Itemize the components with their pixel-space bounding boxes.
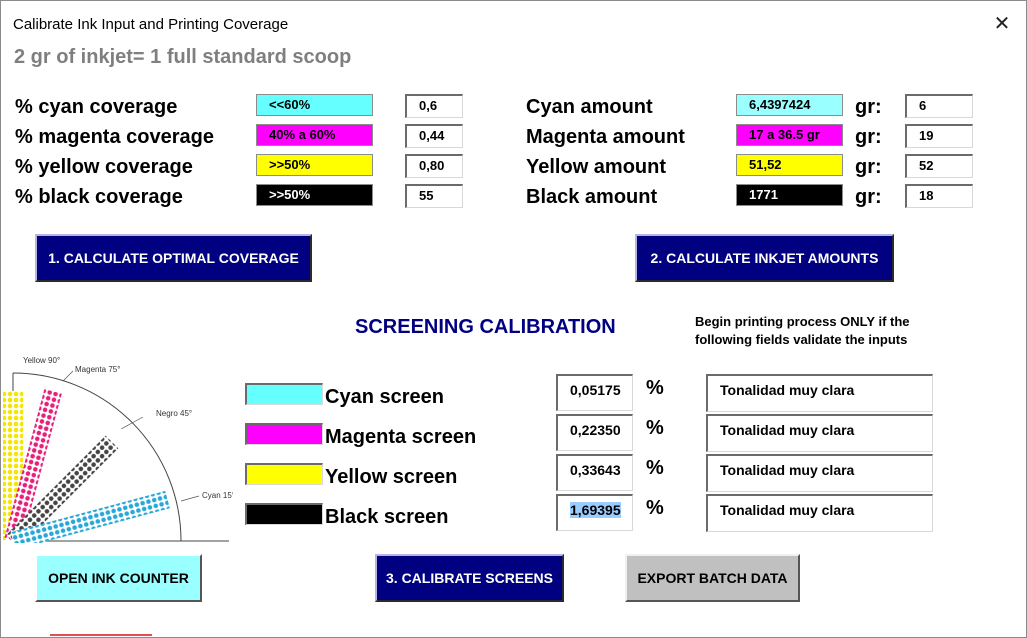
magenta-angle-label: Magenta 75° xyxy=(75,365,120,374)
cyan-angle-label: Cyan 15° xyxy=(202,491,233,500)
yellow-gr-label: gr: xyxy=(855,156,882,178)
close-icon[interactable]: ✕ xyxy=(991,13,1013,35)
black-coverage-label: % black coverage xyxy=(15,186,183,208)
scoop-note: 2 gr of inkjet= 1 full standard scoop xyxy=(14,46,352,68)
yellow-angle-label: Yellow 90° xyxy=(23,356,60,365)
magenta-gr-label: gr: xyxy=(855,126,882,148)
black-coverage-range: >>50% xyxy=(256,184,373,206)
cyan-tone-result: Tonalidad muy clara xyxy=(706,374,933,412)
black-amount-value: 1771 xyxy=(736,184,843,206)
title-bar: Calibrate Ink Input and Printing Coverag… xyxy=(1,1,1026,47)
screening-title: SCREENING CALIBRATION xyxy=(355,316,616,338)
magenta-coverage-label: % magenta coverage xyxy=(15,126,214,148)
cyan-screen-label: Cyan screen xyxy=(325,386,444,408)
magenta-amount-value: 17 a 36.5 gr xyxy=(736,124,843,146)
cyan-coverage-range: <<60% xyxy=(256,94,373,116)
yellow-screen-input[interactable]: 0,33643 xyxy=(556,454,633,491)
yellow-screen-label: Yellow screen xyxy=(325,466,458,488)
black-gr-input[interactable]: 18 xyxy=(905,184,973,208)
magenta-amount-label: Magenta amount xyxy=(526,126,685,148)
black-angle-label: Negro 45° xyxy=(156,409,192,418)
magenta-swatch xyxy=(245,423,323,445)
open-ink-counter-button[interactable]: OPEN INK COUNTER xyxy=(35,554,202,602)
screen-angle-diagram: Yellow 90° Magenta 75° Negro 45° Cyan 15… xyxy=(3,356,233,543)
calculate-coverage-button[interactable]: 1. CALCULATE OPTIMAL COVERAGE xyxy=(35,234,312,282)
yellow-tone-result: Tonalidad muy clara xyxy=(706,454,933,492)
black-amount-label: Black amount xyxy=(526,186,658,208)
yellow-coverage-range: >>50% xyxy=(256,154,373,176)
dialog-window: Calibrate Ink Input and Printing Coverag… xyxy=(0,0,1027,638)
cyan-swatch xyxy=(245,383,323,405)
black-screen-selected-text: 1,69395 xyxy=(570,502,621,518)
yellow-amount-value: 51,52 xyxy=(736,154,843,176)
black-screen-label: Black screen xyxy=(325,506,449,528)
black-swatch xyxy=(245,503,323,525)
black-coverage-input[interactable]: 55 xyxy=(405,184,463,208)
magenta-percent-sign: % xyxy=(646,417,664,439)
yellow-coverage-label: % yellow coverage xyxy=(15,156,193,178)
black-screen-input[interactable]: 1,69395 xyxy=(556,494,633,531)
yellow-swatch xyxy=(245,463,323,485)
export-batch-button[interactable]: EXPORT BATCH DATA xyxy=(625,554,800,602)
validation-note: Begin printing process ONLY if the follo… xyxy=(695,313,910,349)
cyan-amount-value: 6,4397424 xyxy=(736,94,843,116)
magenta-coverage-input[interactable]: 0,44 xyxy=(405,124,463,148)
calibrate-screens-button[interactable]: 3. CALIBRATE SCREENS xyxy=(375,554,564,602)
cyan-gr-input[interactable]: 6 xyxy=(905,94,973,118)
magenta-screen-input[interactable]: 0,22350 xyxy=(556,414,633,451)
black-percent-sign: % xyxy=(646,497,664,519)
cyan-gr-label: gr: xyxy=(855,96,882,118)
underlying-cell-border xyxy=(50,634,152,636)
yellow-amount-label: Yellow amount xyxy=(526,156,667,178)
magenta-gr-input[interactable]: 19 xyxy=(905,124,973,148)
cyan-screen-input[interactable]: 0,05175 xyxy=(556,374,633,411)
cyan-amount-label: Cyan amount xyxy=(526,96,653,118)
magenta-coverage-range: 40% a 60% xyxy=(256,124,373,146)
cyan-coverage-label: % cyan coverage xyxy=(15,96,178,118)
window-title: Calibrate Ink Input and Printing Coverag… xyxy=(13,16,289,33)
cyan-coverage-input[interactable]: 0,6 xyxy=(405,94,463,118)
yellow-coverage-input[interactable]: 0,80 xyxy=(405,154,463,178)
cyan-percent-sign: % xyxy=(646,377,664,399)
magenta-tone-result: Tonalidad muy clara xyxy=(706,414,933,452)
calculate-inkjet-button[interactable]: 2. CALCULATE INKJET AMOUNTS xyxy=(635,234,894,282)
black-gr-label: gr: xyxy=(855,186,882,208)
validation-note-line2: following fields validate the inputs xyxy=(695,332,908,347)
yellow-percent-sign: % xyxy=(646,457,664,479)
magenta-screen-label: Magenta screen xyxy=(325,426,477,448)
black-tone-result: Tonalidad muy clara xyxy=(706,494,933,532)
yellow-gr-input[interactable]: 52 xyxy=(905,154,973,178)
validation-note-line1: Begin printing process ONLY if the xyxy=(695,314,910,329)
